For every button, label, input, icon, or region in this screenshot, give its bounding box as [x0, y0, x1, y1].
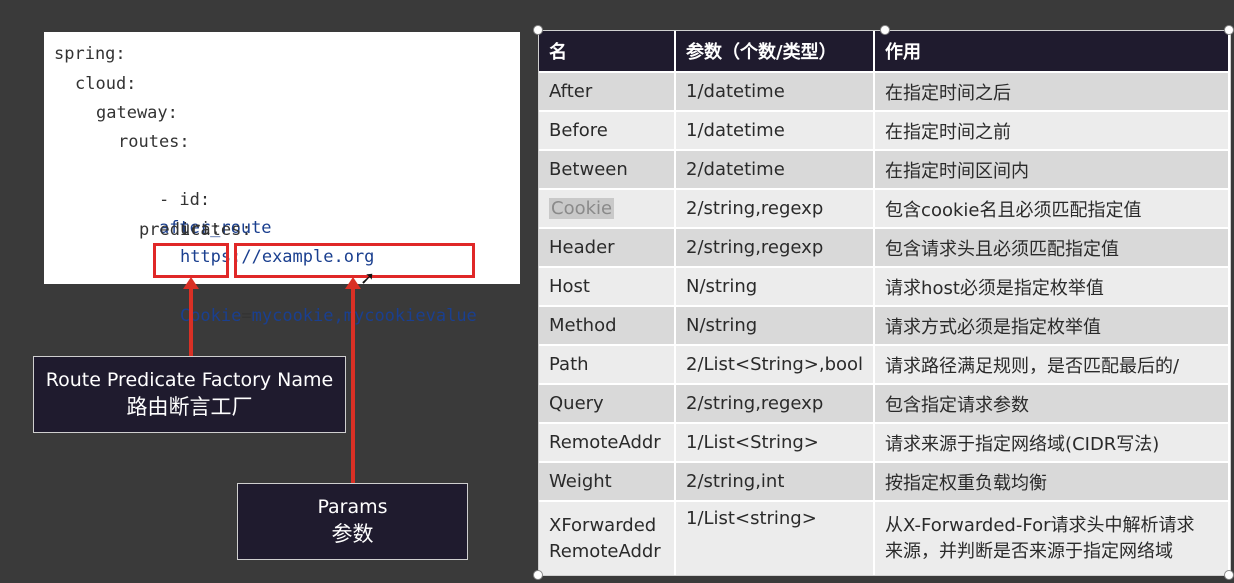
mouse-pointer-icon: ➚	[360, 268, 376, 289]
cell-name: RemoteAddr	[539, 422, 676, 462]
cell-param: 2/string,int	[675, 461, 876, 501]
resize-handle-top-middle[interactable]	[880, 25, 890, 35]
cell-desc: 从X-Forwarded-For请求头中解析请求 来源，并判断是否来源于指定网络…	[874, 500, 1230, 575]
table-row: Cookie 2/string,regexp 包含cookie名且必须匹配指定值	[539, 188, 1230, 228]
cell-desc: 请求来源于指定网络域(CIDR写法)	[874, 422, 1230, 462]
params-en: Params	[317, 496, 388, 518]
cell-name: XForwarded RemoteAddr	[539, 500, 676, 575]
cell-desc-line1: 从X-Forwarded-For请求头中解析请求	[885, 514, 1195, 536]
cell-desc: 包含指定请求参数	[874, 383, 1230, 423]
column-header-name: 名	[539, 31, 676, 72]
table-row: After 1/datetime 在指定时间之后	[539, 71, 1230, 111]
cell-param: 2/string,regexp	[675, 383, 876, 423]
table-header-row: 名 参数（个数/类型） 作用	[539, 31, 1230, 72]
cell-desc: 包含cookie名且必须匹配指定值	[874, 188, 1230, 228]
predicate-name-highlight	[153, 243, 229, 278]
cookie-highlight: Cookie	[549, 198, 615, 219]
table-row: Between 2/datetime 在指定时间区间内	[539, 149, 1230, 189]
cell-desc: 请求方式必须是指定枚举值	[874, 305, 1230, 345]
cell-param: 1/List<string>	[675, 500, 876, 575]
factory-name-en: Route Predicate Factory Name	[45, 369, 334, 391]
cell-param: 2/List<String>,bool	[675, 344, 876, 384]
cell-desc: 在指定时间之后	[874, 71, 1230, 111]
cell-param: 1/List<String>	[675, 422, 876, 462]
table-row: Host N/string 请求host必须是指定枚举值	[539, 266, 1230, 306]
cell-desc: 请求host必须是指定枚举值	[874, 266, 1230, 306]
table-row: Weight 2/string,int 按指定权重负载均衡	[539, 461, 1230, 501]
predicate-table: 名 参数（个数/类型） 作用 After 1/datetime 在指定时间之后 …	[539, 31, 1230, 575]
cell-name: Header	[539, 227, 676, 267]
predicate-params-highlight	[234, 243, 475, 278]
cell-desc: 请求路径满足规则，是否匹配最后的/	[874, 344, 1230, 384]
column-header-params: 参数（个数/类型）	[675, 31, 876, 72]
cell-param: 1/datetime	[675, 110, 876, 150]
resize-handle-top-left[interactable]	[533, 25, 543, 35]
cell-param: N/string	[675, 266, 876, 306]
factory-name-zh: 路由断言工厂	[126, 395, 253, 419]
yaml-line-gateway: gateway:	[96, 103, 178, 123]
table-row: XForwarded RemoteAddr 1/List<string> 从X-…	[539, 500, 1230, 575]
table-row: Before 1/datetime 在指定时间之前	[539, 110, 1230, 150]
cell-desc-line2: 来源，并判断是否来源于指定网络域	[885, 540, 1174, 562]
arrow-shaft-factory	[189, 288, 193, 356]
arrow-shaft-params	[351, 288, 355, 484]
cell-name: Before	[539, 110, 676, 150]
cell-desc: 包含请求头且必须匹配指定值	[874, 227, 1230, 267]
cell-name: Weight	[539, 461, 676, 501]
yaml-line-id: - id: after_route	[118, 158, 272, 238]
cell-param: 1/datetime	[675, 71, 876, 111]
cell-name: Cookie	[539, 188, 676, 228]
yaml-line-routes: routes:	[118, 132, 190, 152]
cell-name: Method	[539, 305, 676, 345]
params-label: Params 参数	[237, 483, 468, 560]
cell-desc: 在指定时间之前	[874, 110, 1230, 150]
cell-name: Between	[539, 149, 676, 189]
table-row: RemoteAddr 1/List<String> 请求来源于指定网络域(CID…	[539, 422, 1230, 462]
yaml-line-uri: uri: https://example.org	[139, 187, 374, 267]
cell-param: 2/string,regexp	[675, 188, 876, 228]
factory-name-label: Route Predicate Factory Name 路由断言工厂	[33, 356, 346, 433]
resize-handle-bottom-left[interactable]	[533, 570, 543, 580]
table-row: Method N/string 请求方式必须是指定枚举值	[539, 305, 1230, 345]
cell-param: N/string	[675, 305, 876, 345]
cell-desc: 在指定时间区间内	[874, 149, 1230, 189]
cell-name: Host	[539, 266, 676, 306]
yaml-line-spring: spring:	[54, 44, 126, 64]
cell-name: Path	[539, 344, 676, 384]
resize-handle-top-right[interactable]	[1224, 25, 1234, 35]
table-row: Path 2/List<String>,bool 请求路径满足规则，是否匹配最后…	[539, 344, 1230, 384]
yaml-predicate-params: mycookie,mycookievalue	[251, 306, 477, 326]
cell-name-line1: XForwarded	[549, 514, 657, 536]
table-row: Query 2/string,regexp 包含指定请求参数	[539, 383, 1230, 423]
yaml-line-cloud: cloud:	[75, 74, 137, 94]
column-header-effect: 作用	[874, 31, 1230, 72]
yaml-equals: =	[241, 306, 252, 326]
cell-name-line2: RemoteAddr	[549, 540, 661, 562]
table-row: Header 2/string,regexp 包含请求头且必须匹配指定值	[539, 227, 1230, 267]
cell-name: Query	[539, 383, 676, 423]
cell-param: 2/datetime	[675, 149, 876, 189]
params-zh: 参数	[331, 522, 374, 546]
cell-name: After	[539, 71, 676, 111]
resize-handle-bottom-right[interactable]	[1224, 570, 1234, 580]
cell-desc: 按指定权重负载均衡	[874, 461, 1230, 501]
yaml-line-predicates: predicates:	[139, 220, 252, 240]
predicate-table-container: 名 参数（个数/类型） 作用 After 1/datetime 在指定时间之后 …	[538, 30, 1231, 576]
cell-param: 2/string,regexp	[675, 227, 876, 267]
